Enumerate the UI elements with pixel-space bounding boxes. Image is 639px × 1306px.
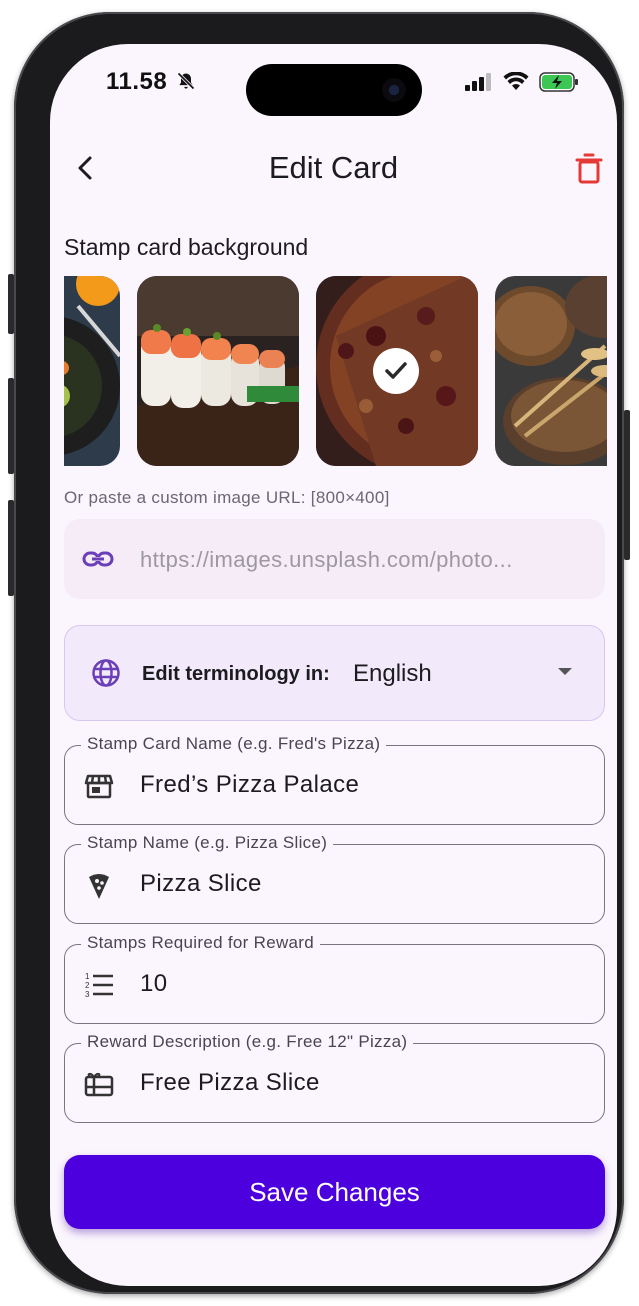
volume-down-button bbox=[8, 500, 14, 596]
selected-check-icon bbox=[373, 348, 419, 394]
custom-url-input[interactable]: https://images.unsplash.com/photo... bbox=[64, 519, 605, 599]
background-option-pizza[interactable] bbox=[316, 276, 478, 466]
background-carousel[interactable] bbox=[64, 276, 607, 466]
power-button bbox=[624, 410, 630, 560]
battery-charging-icon bbox=[539, 72, 578, 92]
app-screen: 11.58 Edit Card Stamp card background Or… bbox=[50, 44, 617, 1286]
svg-text:3: 3 bbox=[85, 990, 90, 999]
camera-icon bbox=[382, 78, 406, 102]
status-icons bbox=[465, 72, 579, 92]
language-selector[interactable]: Edit terminology in: English bbox=[64, 625, 605, 721]
stamp-name-label: Stamp Name (e.g. Pizza Slice) bbox=[81, 833, 334, 853]
svg-text:2: 2 bbox=[85, 981, 90, 990]
signal-icon bbox=[465, 73, 491, 91]
numbered-list-icon: 1 2 3 bbox=[85, 972, 113, 999]
stamp-name-field[interactable]: Stamp Name (e.g. Pizza Slice) Pizza Slic… bbox=[64, 833, 605, 924]
reward-description-field[interactable]: Reward Description (e.g. Free 12" Pizza)… bbox=[64, 1032, 605, 1123]
stamps-required-field[interactable]: Stamps Required for Reward 1 2 3 10 bbox=[64, 933, 605, 1024]
gift-card-icon bbox=[84, 1072, 114, 1097]
reward-description-label: Reward Description (e.g. Free 12" Pizza) bbox=[81, 1032, 414, 1052]
background-option-salad[interactable] bbox=[64, 276, 120, 466]
delete-icon[interactable] bbox=[571, 150, 607, 186]
phone-frame: 11.58 Edit Card Stamp card background Or… bbox=[8, 12, 630, 1294]
status-time: 11.58 bbox=[106, 68, 196, 96]
custom-url-placeholder: https://images.unsplash.com/photo... bbox=[140, 547, 513, 572]
storefront-icon bbox=[84, 774, 114, 799]
globe-icon bbox=[92, 659, 120, 687]
dynamic-island bbox=[246, 64, 422, 116]
background-option-sushi[interactable] bbox=[137, 276, 299, 466]
mute-switch bbox=[8, 274, 14, 334]
card-name-value[interactable]: Fred’s Pizza Palace bbox=[140, 771, 359, 799]
save-changes-button[interactable]: Save Changes bbox=[64, 1155, 605, 1229]
card-name-field[interactable]: Stamp Card Name (e.g. Fred's Pizza) Fred… bbox=[64, 734, 605, 825]
bread-image bbox=[495, 276, 607, 466]
dropdown-caret-icon[interactable] bbox=[558, 668, 572, 675]
wifi-icon bbox=[503, 72, 529, 90]
language-value[interactable]: English bbox=[353, 660, 432, 688]
stamps-required-label: Stamps Required for Reward bbox=[81, 933, 321, 953]
app-header: Edit Card bbox=[50, 144, 617, 194]
background-section-label: Stamp card background bbox=[64, 234, 309, 260]
background-option-bread[interactable] bbox=[495, 276, 607, 466]
salad-image bbox=[64, 276, 120, 466]
language-label: Edit terminology in: bbox=[142, 663, 330, 685]
stamp-name-value[interactable]: Pizza Slice bbox=[140, 870, 262, 898]
card-name-label: Stamp Card Name (e.g. Fred's Pizza) bbox=[81, 734, 387, 754]
bell-muted-icon bbox=[177, 72, 196, 90]
svg-text:1: 1 bbox=[85, 972, 90, 981]
sushi-image bbox=[137, 276, 299, 466]
page-title: Edit Card bbox=[268, 150, 399, 185]
volume-up-button bbox=[8, 378, 14, 474]
reward-description-value[interactable]: Free Pizza Slice bbox=[140, 1069, 320, 1097]
link-icon bbox=[82, 551, 114, 567]
stamps-required-value[interactable]: 10 bbox=[140, 970, 168, 998]
custom-url-hint: Or paste a custom image URL: [800×400] bbox=[64, 488, 390, 507]
pizza-slice-icon bbox=[89, 874, 109, 899]
